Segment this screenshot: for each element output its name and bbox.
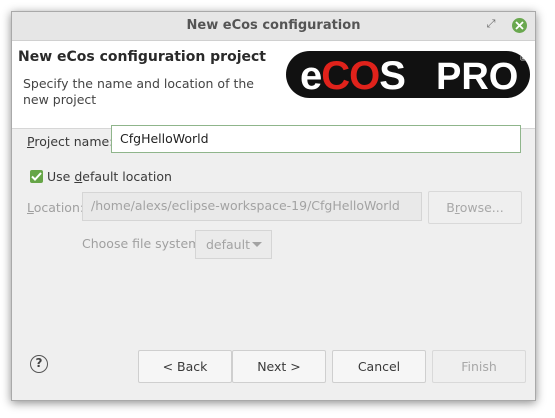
next-button[interactable]: Next > — [232, 350, 326, 383]
help-icon: ? — [35, 356, 43, 370]
use-default-location-label[interactable]: Use default location — [47, 169, 172, 184]
location-input[interactable]: /home/alexs/eclipse-workspace-19/CfgHell… — [82, 192, 422, 221]
file-system-label: Choose file system: — [82, 236, 205, 251]
project-name-label: Project name: — [27, 134, 114, 149]
logo-text-left: eCOS — [300, 54, 405, 98]
restore-icon[interactable]: ⤢ — [484, 17, 498, 31]
cancel-button[interactable]: Cancel — [332, 350, 426, 383]
file-system-value: default — [206, 237, 250, 252]
window-title: New eCos configuration — [186, 18, 361, 33]
browse-button[interactable]: Browse... — [428, 191, 522, 224]
finish-button[interactable]: Finish — [432, 350, 526, 383]
close-window-button[interactable] — [512, 18, 527, 33]
project-name-input[interactable]: CfgHelloWorld — [111, 125, 521, 153]
location-label: Location: — [27, 200, 85, 215]
logo-registered-mark: ® — [520, 54, 526, 63]
use-default-location-checkbox[interactable] — [30, 170, 43, 183]
ecos-pro-logo: eCOS PRO ® — [286, 51, 530, 98]
checkmark-icon — [31, 172, 42, 181]
close-icon — [515, 21, 524, 30]
dialog-window: New eCos configuration ⤢ New eCos config… — [11, 11, 536, 401]
logo-text-right: PRO — [436, 56, 518, 98]
chevron-down-icon — [252, 242, 262, 247]
title-bar[interactable]: New eCos configuration ⤢ — [12, 12, 535, 41]
back-button[interactable]: < Back — [138, 350, 232, 383]
help-button[interactable]: ? — [30, 355, 48, 373]
file-system-dropdown[interactable]: default — [195, 230, 272, 259]
wizard-page-description: Specify the name and location of the new… — [23, 76, 254, 107]
wizard-header: New eCos configuration project Specify t… — [12, 41, 535, 129]
wizard-page-title: New eCos configuration project — [18, 49, 266, 65]
